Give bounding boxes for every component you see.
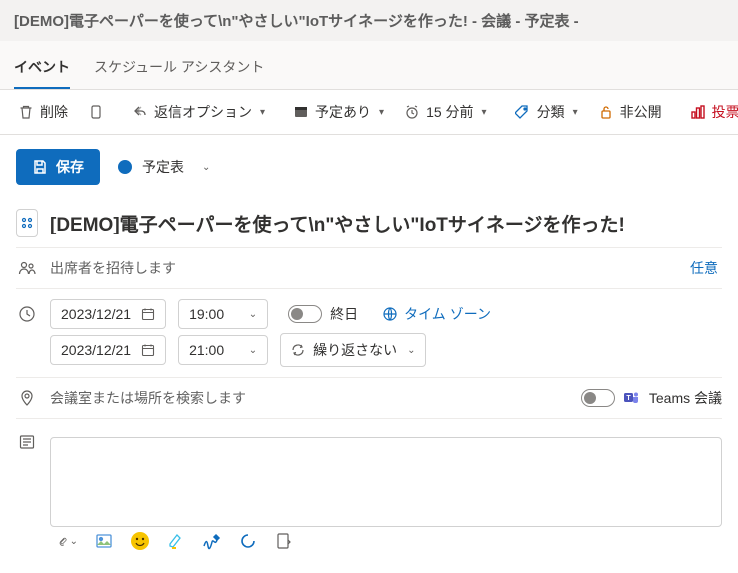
- alarm-icon: [404, 104, 420, 120]
- busy-icon: [293, 104, 309, 120]
- start-date-picker[interactable]: 2023/12/21: [50, 299, 166, 329]
- duplicate-button[interactable]: [78, 98, 114, 126]
- calendar-icon: [141, 343, 155, 357]
- body-icon: [16, 433, 38, 451]
- end-date-picker[interactable]: 2023/12/21: [50, 335, 166, 365]
- trash-icon: [18, 104, 34, 120]
- loop-button[interactable]: [238, 531, 258, 551]
- chevron-down-icon: ⌄: [249, 345, 257, 356]
- reminder-button[interactable]: 15 分前 ▾: [394, 96, 497, 128]
- calendar-name: 予定表: [142, 157, 184, 177]
- save-label: 保存: [56, 157, 84, 177]
- categorize-button[interactable]: 分類 ▾: [505, 96, 588, 128]
- private-label: 非公開: [620, 102, 662, 122]
- tab-scheduling-assistant[interactable]: スケジュール アシスタント: [94, 51, 264, 89]
- body-editor[interactable]: [50, 437, 722, 527]
- show-as-button[interactable]: 予定あり ▾: [283, 96, 394, 128]
- subject-row: [16, 199, 722, 248]
- people-icon: [16, 259, 38, 277]
- show-as-label: 予定あり: [315, 102, 371, 122]
- window-title: [DEMO]電子ペーパーを使って\n"やさしい"IoTサイネージを作った! - …: [0, 0, 738, 41]
- attendees-input[interactable]: 出席者を招待します: [50, 258, 678, 278]
- template-button[interactable]: [274, 531, 294, 551]
- private-button[interactable]: 非公開: [588, 96, 672, 128]
- location-input[interactable]: 会議室または場所を検索します: [50, 388, 569, 408]
- calendar-selector[interactable]: 予定表 ⌄: [118, 157, 210, 177]
- save-button[interactable]: 保存: [16, 149, 100, 185]
- attendees-row: 出席者を招待します 任意: [16, 248, 722, 289]
- optional-attendees-link[interactable]: 任意: [690, 258, 722, 278]
- location-row: 会議室または場所を検索します T Teams 会議: [16, 377, 722, 419]
- datetime-row: 2023/12/21 19:00 ⌄ 終日 タイム ゾーン: [16, 289, 722, 333]
- subject-input[interactable]: [50, 212, 722, 234]
- repeat-picker[interactable]: 繰り返さない ⌄: [280, 333, 426, 367]
- chevron-down-icon: ▾: [573, 107, 578, 118]
- timezone-label: タイム ゾーン: [404, 304, 491, 324]
- start-date-value: 2023/12/21: [61, 306, 131, 322]
- repeat-label: 繰り返さない: [313, 340, 397, 360]
- delete-button[interactable]: 削除: [8, 96, 78, 128]
- reply-options-label: 返信オプション: [154, 102, 252, 122]
- clock-icon: [16, 305, 38, 323]
- allday-block: 終日: [288, 304, 358, 324]
- allday-label: 終日: [330, 304, 358, 324]
- globe-icon: [382, 306, 398, 322]
- body-row: [16, 419, 722, 527]
- teams-meeting-block: T Teams 会議: [581, 388, 722, 408]
- reply-icon: [132, 104, 148, 120]
- toolbar: 削除 返信オプション ▾ 予定あり ▾ 15 分前 ▾: [0, 90, 738, 135]
- duplicate-icon: [88, 104, 104, 120]
- chevron-down-icon: ⌄: [202, 162, 210, 173]
- format-toolbar: ⌄: [50, 527, 722, 553]
- reply-options-button[interactable]: 返信オプション ▾: [122, 96, 275, 128]
- emoji-button[interactable]: [130, 531, 150, 551]
- end-datetime-row: 2023/12/21 21:00 ⌄ 繰り返さない ⌄: [16, 333, 722, 377]
- reminder-label: 15 分前: [426, 102, 473, 122]
- signature-button[interactable]: [202, 531, 222, 551]
- tabs-strip: イベント スケジュール アシスタント: [0, 41, 738, 90]
- allday-toggle[interactable]: [288, 305, 322, 323]
- teams-toggle[interactable]: [581, 389, 615, 407]
- end-date-value: 2023/12/21: [61, 342, 131, 358]
- delete-label: 削除: [40, 102, 68, 122]
- categorize-label: 分類: [537, 102, 565, 122]
- calendar-color-dot: [118, 160, 132, 174]
- chevron-down-icon: ▾: [260, 107, 265, 118]
- calendar-icon: [141, 307, 155, 321]
- subject-icon: [16, 209, 38, 237]
- poll-icon: [690, 104, 706, 120]
- teams-icon: T: [623, 389, 641, 407]
- timezone-link[interactable]: タイム ゾーン: [382, 304, 491, 324]
- chevron-down-icon: ⌄: [249, 309, 257, 320]
- start-time-value: 19:00: [189, 306, 224, 322]
- lock-icon: [598, 104, 614, 120]
- chevron-down-icon: ▾: [379, 107, 384, 118]
- repeat-icon: [291, 343, 305, 357]
- chevron-down-icon: ⌄: [407, 345, 415, 356]
- picture-button[interactable]: [94, 531, 114, 551]
- save-row: 保存 予定表 ⌄: [0, 135, 738, 199]
- start-time-picker[interactable]: 19:00 ⌄: [178, 299, 268, 329]
- poll-button[interactable]: 投票: [680, 96, 738, 128]
- event-form: 出席者を招待します 任意 2023/12/21 19:00 ⌄ 終日: [0, 199, 738, 563]
- teams-label: Teams 会議: [649, 388, 722, 408]
- attach-button[interactable]: ⌄: [58, 531, 78, 551]
- chevron-down-icon: ▾: [482, 107, 487, 118]
- save-icon: [32, 159, 48, 175]
- tab-event[interactable]: イベント: [14, 51, 70, 89]
- tag-icon: [515, 104, 531, 120]
- svg-text:T: T: [626, 395, 631, 402]
- poll-label: 投票: [712, 102, 738, 122]
- end-time-value: 21:00: [189, 342, 224, 358]
- end-time-picker[interactable]: 21:00 ⌄: [178, 335, 268, 365]
- location-icon: [16, 389, 38, 407]
- highlighter-button[interactable]: [166, 531, 186, 551]
